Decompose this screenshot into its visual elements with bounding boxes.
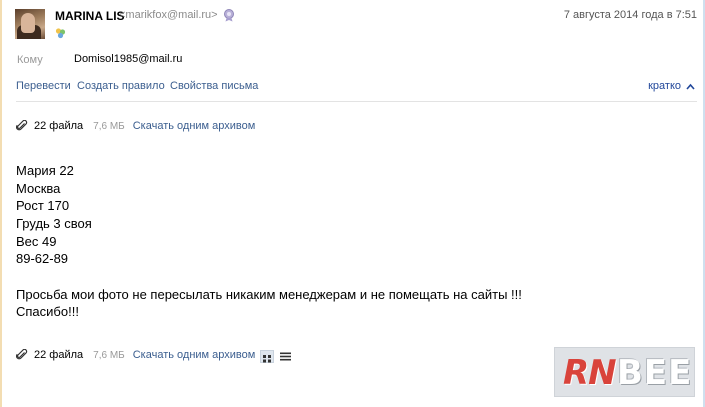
create-rule-link[interactable]: Создать правило xyxy=(77,80,165,92)
body-line: Вес 49 xyxy=(16,234,57,249)
download-archive-link[interactable]: Скачать одним архивом xyxy=(133,120,256,132)
sender-name[interactable]: MARINA LIS xyxy=(55,9,125,23)
sender-avatar[interactable] xyxy=(15,9,45,39)
brief-label: кратко xyxy=(648,80,681,92)
watermark-rn: RN xyxy=(563,353,617,393)
header-divider xyxy=(16,101,697,102)
medal-icon xyxy=(224,9,234,22)
site-watermark: RN BEE xyxy=(554,347,695,397)
attachments-bar-bottom: 22 файла 7,6 МБ Скачать одним архивом xyxy=(16,349,255,361)
brief-toggle[interactable]: кратко xyxy=(648,80,695,92)
body-line: Москва xyxy=(16,181,61,196)
translate-link[interactable]: Перевести xyxy=(16,80,71,92)
body-line: 89-62-89 xyxy=(16,251,69,266)
message-properties-link[interactable]: Свойства письма xyxy=(170,80,258,92)
paperclip-icon xyxy=(16,349,28,360)
message-date: 7 августа 2014 года в 7:51 xyxy=(563,9,697,21)
recipient-label: Кому xyxy=(17,54,43,66)
list-view-icon[interactable] xyxy=(280,351,291,362)
watermark-bee: BEE xyxy=(617,353,693,393)
body-thanks: Спасибо!!! xyxy=(16,304,79,319)
body-line: Грудь 3 своя xyxy=(16,216,92,231)
body-line: Мария 22 xyxy=(16,163,74,178)
body-line: Рост 170 xyxy=(16,198,70,213)
grid-view-icon[interactable] xyxy=(260,350,274,363)
body-request: Просьба мои фото не пересылать никаким м… xyxy=(16,287,522,302)
left-border xyxy=(0,0,2,407)
people-icon xyxy=(55,28,66,39)
paperclip-icon xyxy=(16,120,28,131)
download-archive-link[interactable]: Скачать одним архивом xyxy=(133,349,256,361)
attachment-count[interactable]: 22 файла xyxy=(34,349,83,361)
recipient-address[interactable]: Domisol1985@mail.ru xyxy=(74,53,182,65)
attachment-size: 7,6 МБ xyxy=(93,120,125,132)
attachments-bar-top: 22 файла 7,6 МБ Скачать одним архивом xyxy=(16,120,255,132)
attachment-count[interactable]: 22 файла xyxy=(34,120,83,132)
attachment-size: 7,6 МБ xyxy=(93,349,125,361)
chevron-up-icon xyxy=(686,83,695,90)
sender-email[interactable]: <marikfox@mail.ru> xyxy=(119,9,218,21)
